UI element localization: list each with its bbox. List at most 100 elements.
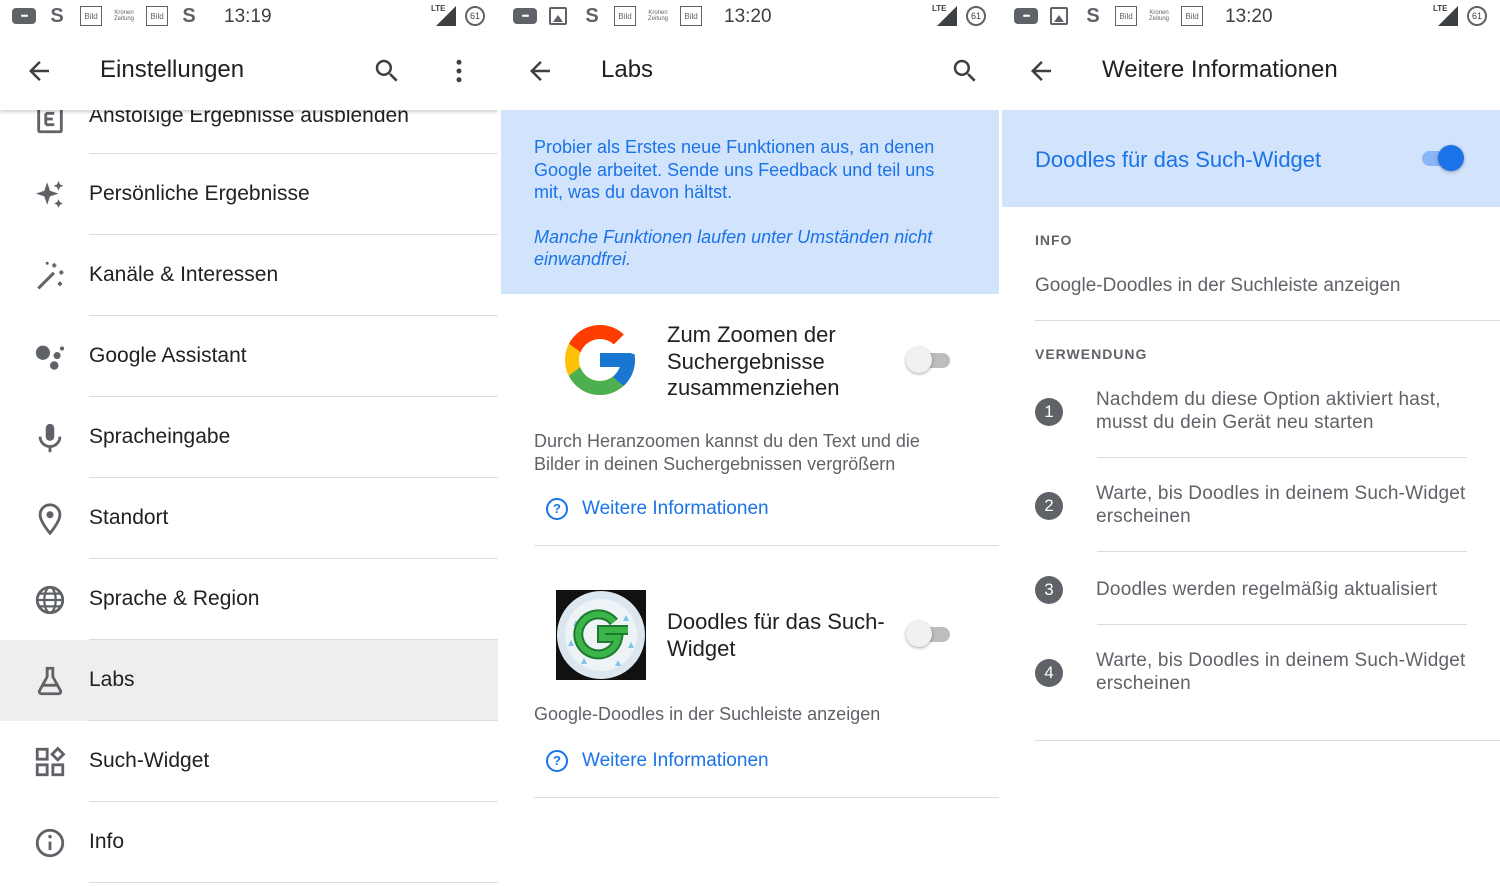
- s-app-icon: S: [182, 5, 196, 27]
- divider: [89, 882, 498, 883]
- message-notification-icon: [513, 8, 537, 24]
- feature-toggle-label: Doodles für das Such-Widget: [1035, 147, 1322, 172]
- settings-item-voice[interactable]: Spracheingabe: [0, 397, 498, 478]
- settings-item-label: Kanäle & Interessen: [89, 263, 279, 286]
- search-icon[interactable]: [950, 56, 980, 86]
- doodle-image: [556, 590, 646, 680]
- more-info-link-label: Weitere Informationen: [582, 750, 769, 771]
- feature-toggle-bar[interactable]: Doodles für das Such-Widget: [1002, 110, 1500, 207]
- signal-icon: [937, 6, 957, 26]
- status-time: 13:19: [224, 6, 272, 27]
- settings-item-label: Such-Widget: [89, 749, 210, 772]
- lab-feature-zoom: Zum Zoomen der Suchergebnisse zusammenzi…: [534, 294, 999, 546]
- message-notification-icon: [12, 8, 36, 24]
- status-bar: S Bild Kronen Zeitung Bild 13:20 LTE 61: [501, 0, 999, 32]
- usage-step: 1 Nachdem du diese Option aktiviert hast…: [1035, 388, 1500, 458]
- step-number: 3: [1035, 576, 1063, 604]
- settings-item-location[interactable]: Standort: [0, 478, 498, 559]
- settings-screen: S Bild Kronen Zeitung Bild S 13:19 LTE 6…: [0, 0, 498, 886]
- status-time: 13:20: [724, 6, 772, 27]
- bild-app-icon: Bild: [1181, 6, 1203, 26]
- settings-item-channels[interactable]: Kanäle & Interessen: [0, 235, 498, 316]
- magic-wand-icon: [37, 261, 64, 290]
- bild-app-icon: Bild: [80, 6, 102, 26]
- toggle-thumb: [906, 347, 932, 373]
- step-text: Doodles werden regelmäßig aktualisiert: [1096, 579, 1438, 600]
- labs-intro-banner: Probier als Erstes neue Funktionen aus, …: [501, 110, 999, 294]
- settings-item-label: Sprache & Region: [89, 587, 260, 610]
- kronen-zeitung-icon: Kronen Zeitung: [1148, 10, 1169, 22]
- battery-icon: 61: [465, 6, 485, 26]
- page-title: Einstellungen: [100, 56, 245, 83]
- settings-item-explicit[interactable]: Anstößige Ergebnisse ausblenden: [0, 104, 498, 154]
- image-notification-icon: [1050, 7, 1068, 25]
- settings-item-language[interactable]: Sprache & Region: [0, 559, 498, 640]
- settings-item-labs[interactable]: Labs: [0, 640, 498, 721]
- settings-item-label: Standort: [89, 506, 169, 529]
- step-text: Nachdem du diese Option aktiviert hast, …: [1096, 389, 1441, 433]
- info-icon: [35, 828, 65, 858]
- back-arrow-icon[interactable]: [525, 56, 555, 86]
- settings-item-label: Persönliche Ergebnisse: [89, 182, 310, 205]
- assistant-icon: [35, 345, 65, 370]
- lab-feature-title: Zum Zoomen der Suchergebnisse zusammenzi…: [667, 322, 840, 400]
- search-icon[interactable]: [372, 56, 402, 86]
- s-app-icon: S: [1086, 5, 1100, 27]
- settings-list: Anstößige Ergebnisse ausblenden Persönli…: [0, 104, 498, 886]
- toggle-thumb: [906, 621, 932, 647]
- help-icon: ?: [546, 498, 568, 520]
- settings-item-label: Labs: [89, 668, 135, 691]
- settings-item-label: Info: [89, 830, 125, 853]
- lab-feature-description: Durch Heranzoomen kannst du den Text und…: [534, 431, 920, 474]
- lab-feature-description: Google-Doodles in der Suchleiste anzeige…: [534, 704, 881, 724]
- widgets-icon: [35, 746, 66, 777]
- more-info-link[interactable]: ? Weitere Informationen: [546, 750, 769, 772]
- lab-feature-toggle[interactable]: [906, 621, 952, 647]
- step-number: 1: [1035, 398, 1063, 426]
- status-bar: S Bild Kronen Zeitung Bild S 13:19 LTE 6…: [0, 0, 498, 32]
- more-info-link[interactable]: ? Weitere Informationen: [546, 498, 769, 520]
- app-bar: Weitere Informationen: [1002, 32, 1500, 110]
- microphone-icon: [38, 423, 62, 453]
- battery-icon: 61: [966, 6, 986, 26]
- bild-app-icon: Bild: [614, 6, 636, 26]
- status-time: 13:20: [1225, 6, 1273, 27]
- app-bar: Labs: [501, 32, 999, 110]
- more-info-link-label: Weitere Informationen: [582, 498, 769, 519]
- lab-feature-title: Doodles für das Such-Widget: [667, 609, 885, 661]
- toggle-thumb: [1438, 145, 1464, 171]
- bild-app-icon: Bild: [680, 6, 702, 26]
- settings-item-personal-results[interactable]: Persönliche Ergebnisse: [0, 154, 498, 235]
- battery-icon: 61: [1467, 6, 1487, 26]
- divider: [1097, 624, 1467, 625]
- step-number: 4: [1035, 659, 1063, 687]
- divider: [1035, 320, 1500, 321]
- info-section-header: INFO: [1035, 232, 1073, 248]
- status-bar: S Bild Kronen Zeitung Bild 13:20 LTE 61: [1002, 0, 1500, 32]
- labs-screen: S Bild Kronen Zeitung Bild 13:20 LTE 61 …: [501, 0, 999, 886]
- more-vert-icon[interactable]: [444, 56, 474, 86]
- divider: [1097, 457, 1467, 458]
- settings-item-info[interactable]: Info: [0, 802, 498, 883]
- settings-item-label: Spracheingabe: [89, 425, 231, 448]
- message-notification-icon: [1014, 8, 1038, 24]
- settings-item-assistant[interactable]: Google Assistant: [0, 316, 498, 397]
- step-text: Warte, bis Doodles in deinem Such-Widget…: [1096, 650, 1466, 694]
- usage-step: 2 Warte, bis Doodles in deinem Such-Widg…: [1035, 482, 1500, 552]
- signal-icon: [436, 6, 456, 26]
- usage-step: 4 Warte, bis Doodles in deinem Such-Widg…: [1035, 649, 1500, 719]
- step-text: Warte, bis Doodles in deinem Such-Widget…: [1096, 483, 1466, 527]
- lab-feature-toggle[interactable]: [906, 347, 952, 373]
- back-arrow-icon[interactable]: [1026, 56, 1056, 86]
- info-text: Google-Doodles in der Suchleiste anzeige…: [1035, 275, 1401, 296]
- divider: [1035, 740, 1500, 741]
- feature-toggle[interactable]: [1418, 145, 1464, 171]
- back-arrow-icon[interactable]: [24, 56, 54, 86]
- more-info-screen: S Bild Kronen Zeitung Bild 13:20 LTE 61 …: [1002, 0, 1500, 886]
- lab-feature-doodles: Doodles für das Such-Widget Google-Doodl…: [534, 546, 999, 798]
- settings-item-widget[interactable]: Such-Widget: [0, 721, 498, 802]
- flask-icon: [37, 666, 63, 696]
- kronen-zeitung-icon: Kronen Zeitung: [113, 10, 134, 22]
- s-app-icon: S: [50, 5, 64, 27]
- help-icon: ?: [546, 750, 568, 772]
